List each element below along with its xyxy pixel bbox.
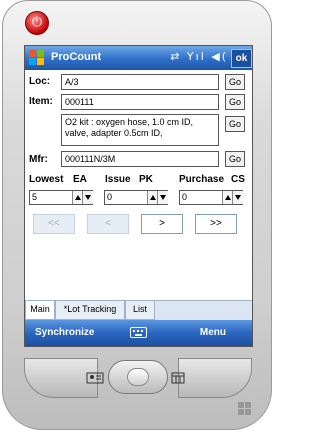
status-icons[interactable]: ⇄ Yıl ◀( [170, 50, 228, 63]
calendar-icon [171, 372, 185, 384]
loc-label: Loc: [29, 76, 51, 87]
issue-qty-value: 0 [107, 192, 113, 202]
power-button[interactable]: ⏻ [25, 11, 49, 35]
ok-button[interactable]: ok [231, 49, 252, 68]
windows-start-icon[interactable] [29, 50, 45, 66]
issue-qty-stepper[interactable]: 0 [104, 190, 168, 205]
purchase-label: Purchase [179, 174, 225, 185]
issue-down-arrow-icon[interactable] [157, 191, 168, 204]
item-label: Item: [29, 96, 53, 107]
item-go-button[interactable]: Go [225, 94, 245, 110]
last-record-button[interactable]: >> [195, 214, 237, 234]
mfr-go-button[interactable]: Go [225, 151, 245, 167]
soft-key-bar: Synchronize Menu [25, 320, 252, 346]
synchronize-softkey[interactable]: Synchronize [35, 327, 94, 338]
title-bar: ProCount ⇄ Yıl ◀( ok [25, 46, 252, 70]
purchase-qty-value: 0 [182, 192, 188, 202]
description-go-button[interactable]: Go [225, 116, 245, 132]
previous-record-button[interactable]: < [87, 214, 129, 234]
item-description-field[interactable]: O2 kit : oxygen hose, 1.0 cm ID, valve, … [61, 114, 219, 146]
device-screen: ProCount ⇄ Yıl ◀( ok Loc: A/3 Go Item: 0… [24, 45, 253, 347]
directional-pad[interactable] [108, 360, 168, 394]
power-icon: ⏻ [31, 15, 43, 30]
lowest-qty-value: 5 [32, 192, 38, 202]
tab-main[interactable]: Main [25, 301, 55, 320]
app-title: ProCount [51, 51, 102, 63]
dpad-center-button[interactable] [127, 368, 149, 386]
loc-field[interactable]: A/3 [61, 74, 219, 90]
tab-lot-tracking[interactable]: *Lot Tracking [55, 301, 125, 320]
item-field[interactable]: 000111 [61, 94, 219, 110]
contacts-icon [86, 372, 104, 384]
windows-logo-icon [238, 402, 252, 416]
tab-list[interactable]: List [125, 301, 155, 320]
main-form: Loc: A/3 Go Item: 000111 Go O2 kit : oxy… [25, 70, 252, 300]
issue-uom: PK [139, 174, 153, 185]
first-record-button[interactable]: << [33, 214, 75, 234]
next-record-button[interactable]: > [141, 214, 183, 234]
lowest-label: Lowest [29, 174, 64, 185]
lowest-uom: EA [73, 174, 87, 185]
loc-go-button[interactable]: Go [225, 74, 245, 90]
issue-label: Issue [105, 174, 131, 185]
lowest-qty-stepper[interactable]: 5 [29, 190, 93, 205]
mfr-label: Mfr: [29, 154, 48, 165]
keyboard-icon[interactable] [130, 327, 147, 338]
purchase-qty-stepper[interactable]: 0 [179, 190, 243, 205]
menu-softkey[interactable]: Menu [200, 327, 226, 338]
mfr-field[interactable]: 000111N/3M [61, 151, 219, 167]
lowest-down-arrow-icon[interactable] [82, 191, 93, 204]
tab-bar: Main *Lot Tracking List [25, 300, 252, 321]
purchase-down-arrow-icon[interactable] [232, 191, 243, 204]
purchase-uom: CS [231, 174, 245, 185]
